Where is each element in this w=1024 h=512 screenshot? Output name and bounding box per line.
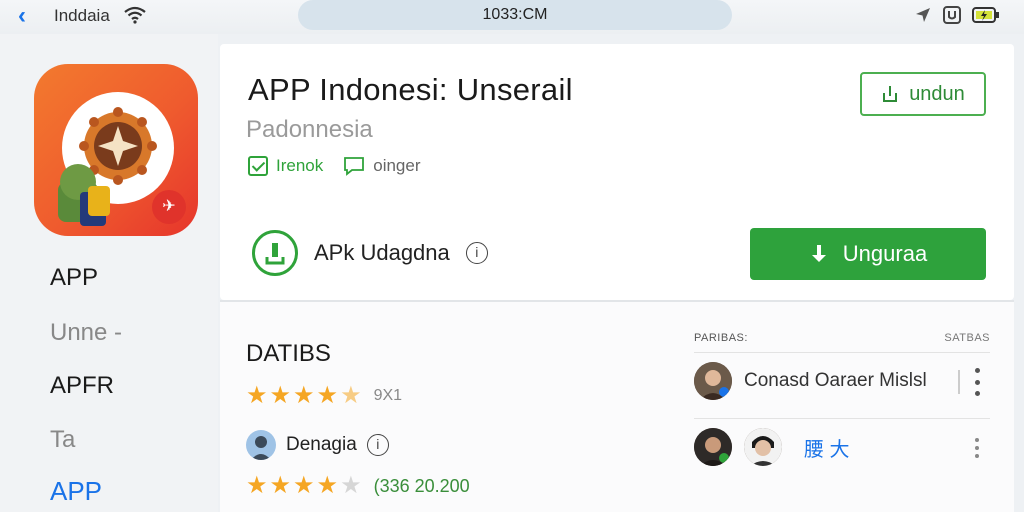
chat-tag: oinger [373, 156, 421, 175]
star-icon: ★ [293, 472, 315, 499]
app-icon[interactable]: ✈ [34, 64, 198, 236]
apk-label: APk Udagdna [314, 240, 450, 265]
developer-avatar [246, 430, 276, 460]
rating-value-2: (336 20.200 [373, 475, 470, 496]
location-icon [916, 8, 930, 22]
shield-icon [943, 6, 961, 24]
review-user-row[interactable]: 腰 大 [694, 428, 850, 466]
user-name: 腰 大 [804, 438, 850, 461]
star-icon: ★ [269, 382, 292, 409]
battery-icon [972, 7, 999, 23]
download-label: Ungurаa [842, 241, 928, 266]
app-subtitle: Padonnesia [246, 116, 373, 143]
reviews-header-right: SATBAS [944, 332, 990, 344]
sidebar-item-ta[interactable]: Ta [50, 426, 75, 454]
undun-label: undun [909, 82, 965, 105]
star-icon: ★ [269, 472, 292, 499]
more-options-icon[interactable] [972, 438, 982, 458]
user-name: Conasd Oarаer Mislsl [744, 370, 927, 391]
airplane-badge-icon: ✈ [152, 190, 186, 224]
user-avatar [694, 428, 732, 466]
chat-icon [344, 157, 365, 176]
check-icon [248, 156, 268, 176]
download-button[interactable]: Ungurаa [750, 228, 986, 280]
more-options-icon[interactable] [972, 368, 982, 396]
download-icon [811, 245, 826, 262]
reviews-divider [694, 352, 990, 353]
developer-row[interactable]: Denagia i [246, 430, 389, 460]
sidebar-item-app-active[interactable]: APP [50, 476, 102, 507]
star-half-icon: ★ [340, 382, 362, 409]
android-icon [58, 164, 110, 226]
star-icon: ★ [246, 382, 268, 409]
details-section: DATIBS ★ ★ ★ ★ ★ 9X1 Denagia i ★ ★ ★ ★ ★… [220, 302, 1014, 512]
tag-row: Irenok oinger [248, 156, 421, 176]
rating-stars-2: ★ ★ ★ ★ ★ (336 20.200 [246, 474, 470, 498]
user-avatar [744, 428, 782, 466]
back-icon[interactable]: ‹ [18, 4, 44, 28]
apk-row: APk Udagdna i [252, 230, 488, 276]
star-icon: ★ [246, 472, 268, 499]
sidebar-item-unne[interactable]: Unne - [50, 319, 122, 347]
undun-button[interactable]: undun [860, 72, 986, 116]
rating-value-1: 9X1 [373, 387, 403, 404]
row-divider [694, 418, 990, 419]
status-icons [914, 5, 1000, 25]
info-icon[interactable]: i [465, 242, 488, 264]
vertical-separator [958, 370, 960, 394]
star-icon: ★ [316, 382, 339, 409]
details-title: DATIBS [246, 340, 331, 367]
apk-logo-icon [252, 230, 298, 276]
clock: 1033:CM [482, 6, 548, 23]
wifi-icon [124, 6, 146, 24]
sidebar-item-apfr[interactable]: APFR [50, 372, 114, 400]
address-pill[interactable]: 1033:CM [298, 0, 732, 30]
review-user-row[interactable]: Conasd Oarаer Mislsl [694, 362, 927, 400]
carrier-label: Inddaia [54, 6, 110, 25]
developer-name: Denagia [286, 434, 357, 455]
app-header-card: APP Indonesi: Unserail Padonnesia Irenok… [220, 44, 1014, 300]
info-icon[interactable]: i [366, 434, 389, 456]
sidebar-item-app[interactable]: APP [50, 264, 98, 292]
sidebar: ✈ APP Unne - APFR Ta APP [0, 34, 218, 512]
star-icon: ★ [293, 382, 315, 409]
reviews-header-left: PARIBAS: [694, 332, 748, 344]
app-title: APP Indonesi: Unserail [248, 72, 573, 107]
rating-stars-1: ★ ★ ★ ★ ★ 9X1 [246, 384, 402, 408]
star-empty-icon: ★ [340, 472, 362, 499]
star-icon: ★ [316, 472, 339, 499]
status-bar: ‹ Inddaia 1033:CM [0, 0, 1024, 34]
verified-tag: Irenok [276, 156, 324, 175]
download-outline-icon [883, 86, 898, 102]
user-avatar [694, 362, 732, 400]
